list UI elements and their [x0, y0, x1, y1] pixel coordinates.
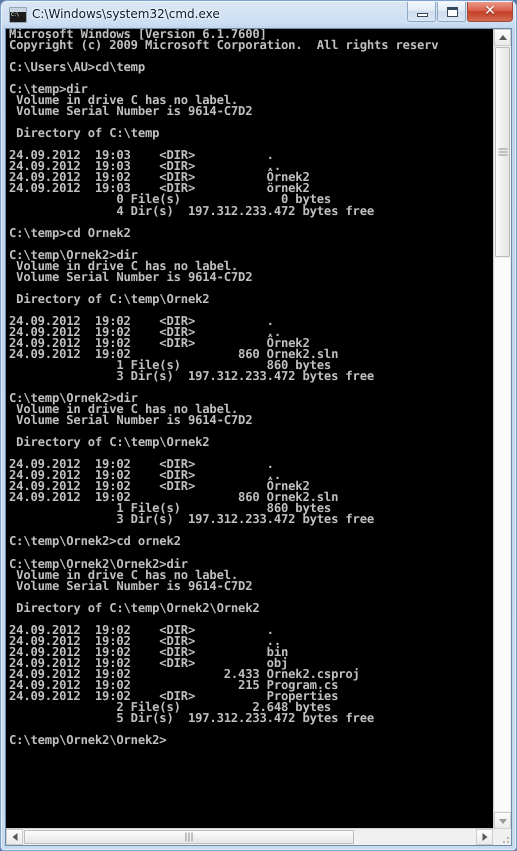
minimize-icon: [417, 13, 428, 17]
maximize-icon: [447, 7, 458, 17]
cmd-icon-prompt: C:\: [11, 12, 19, 18]
console-output-area[interactable]: Microsoft Windows [Version 6.1.7600] Cop…: [6, 29, 488, 829]
scroll-right-button[interactable]: [476, 829, 493, 845]
caption-buttons: ✕: [406, 2, 513, 23]
cmd-window: C:\ C:\Windows\system32\cmd.exe ✕ Micros…: [0, 0, 517, 851]
maximize-button[interactable]: [437, 2, 466, 22]
horizontal-thumb-grip-icon: [185, 832, 193, 842]
close-icon: ✕: [484, 3, 496, 19]
title-bar[interactable]: C:\ C:\Windows\system32\cmd.exe ✕: [1, 1, 516, 27]
console-client-area: Microsoft Windows [Version 6.1.7600] Cop…: [5, 28, 512, 846]
scroll-right-arrow-icon: [482, 833, 487, 841]
size-grip-icon: [497, 831, 509, 843]
horizontal-scrollbar[interactable]: [6, 828, 511, 845]
scroll-up-button[interactable]: [494, 29, 511, 46]
horizontal-scroll-thumb[interactable]: [24, 830, 354, 844]
cmd-icon: C:\: [9, 7, 27, 23]
minimize-button[interactable]: [407, 2, 436, 22]
scroll-left-button[interactable]: [6, 829, 23, 845]
resize-corner[interactable]: [493, 829, 511, 845]
scroll-down-arrow-icon: [498, 818, 507, 824]
vertical-thumb-grip-icon: [498, 148, 507, 156]
vertical-scrollbar[interactable]: [493, 29, 511, 829]
scroll-up-arrow-icon: [498, 34, 507, 40]
vertical-scroll-thumb[interactable]: [495, 47, 510, 257]
vertical-scroll-track[interactable]: [495, 258, 510, 811]
scroll-left-arrow-icon: [12, 833, 17, 841]
close-button[interactable]: ✕: [467, 2, 513, 22]
scroll-down-button[interactable]: [494, 812, 511, 829]
console-text: Microsoft Windows [Version 6.1.7600] Cop…: [9, 29, 439, 747]
window-title: C:\Windows\system32\cmd.exe: [32, 7, 220, 21]
